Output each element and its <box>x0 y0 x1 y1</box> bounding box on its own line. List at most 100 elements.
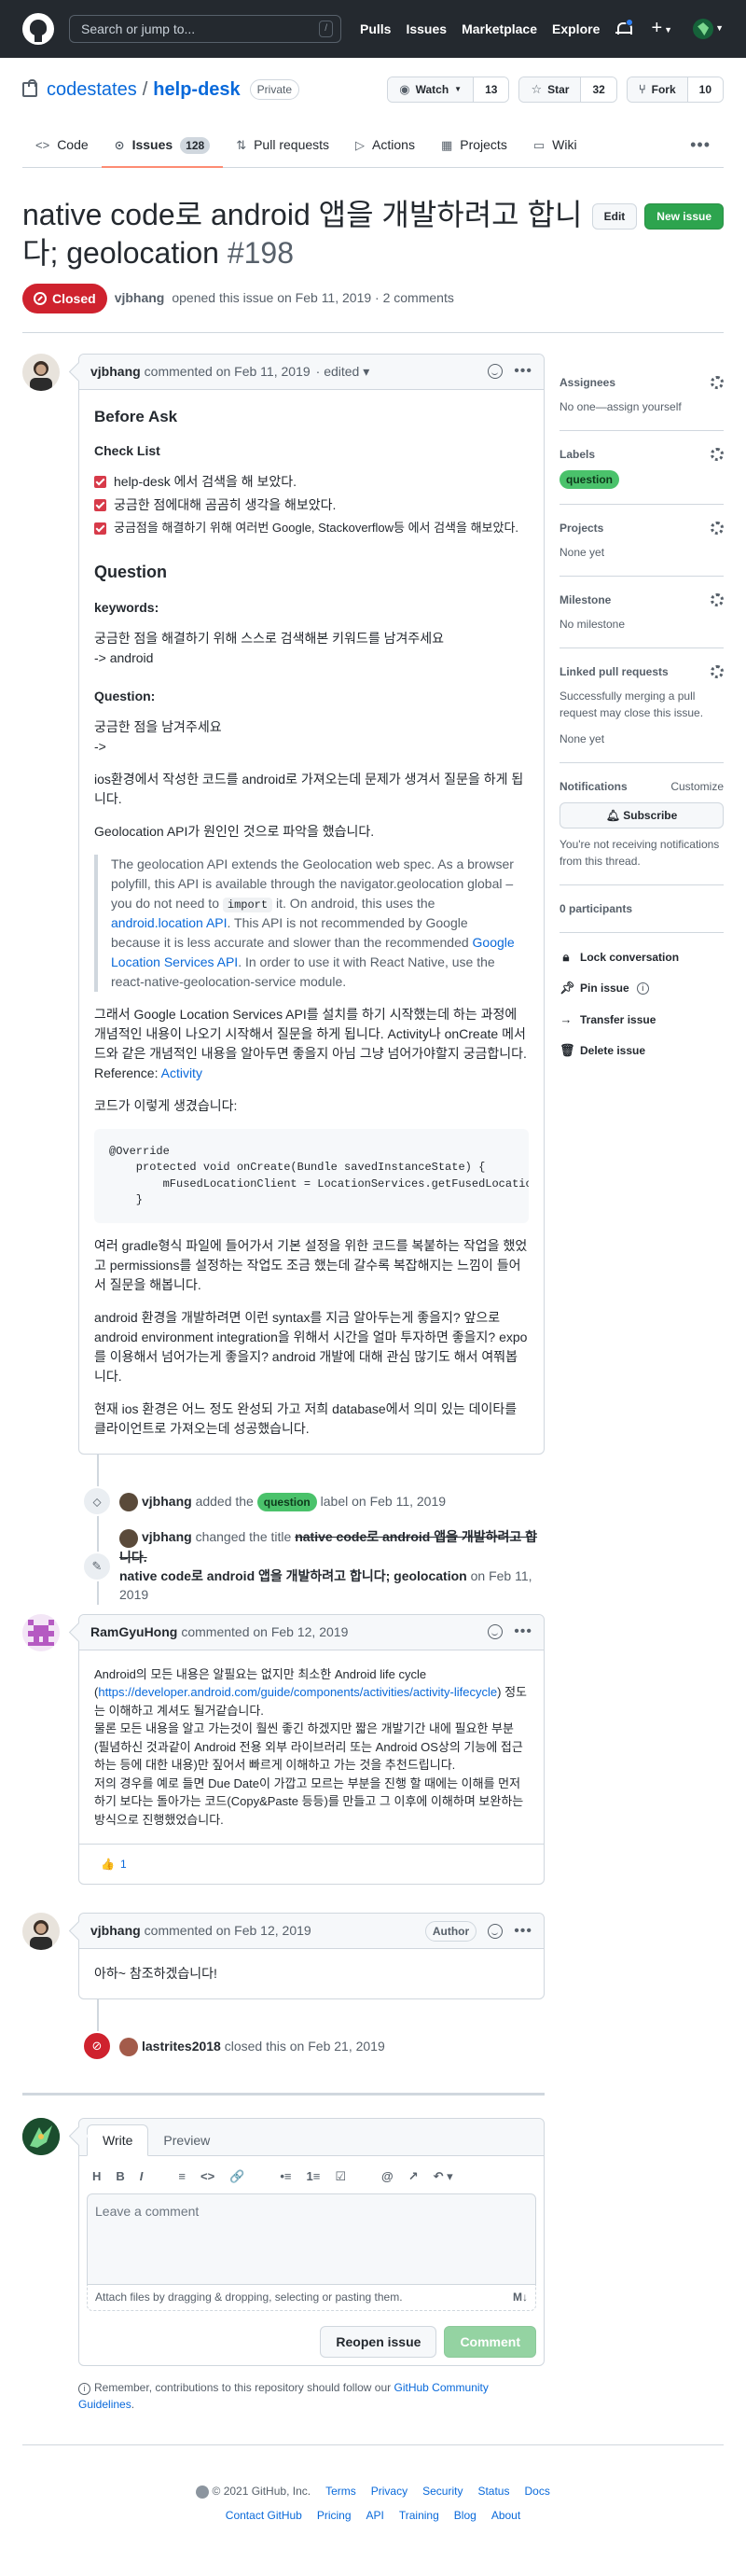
footer-link-contact[interactable]: Contact GitHub <box>226 2507 302 2524</box>
footer-link-pricing[interactable]: Pricing <box>317 2507 352 2524</box>
watch-button[interactable]: ◉ Watch ▼ <box>388 77 475 102</box>
gear-icon[interactable] <box>711 447 724 461</box>
thumbs-up-reaction[interactable]: 👍 1 <box>90 1852 137 1876</box>
add-reaction-icon[interactable] <box>488 364 504 380</box>
footer-link-docs[interactable]: Docs <box>524 2483 549 2499</box>
gear-icon[interactable] <box>711 664 724 678</box>
task-item[interactable]: 궁금한 점에대해 곰곰히 생각을 해보았다. <box>94 495 529 515</box>
tab-preview[interactable]: Preview <box>148 2125 225 2155</box>
comment-button[interactable]: Comment <box>444 2325 536 2358</box>
avatar[interactable] <box>22 353 60 391</box>
github-mark-icon[interactable] <box>196 2485 210 2499</box>
ordered-list-icon[interactable]: 1≡ <box>307 2167 321 2186</box>
saved-replies-icon[interactable]: ↶ ▾ <box>434 2167 453 2186</box>
code-block[interactable]: @Override protected void onCreate(Bundle… <box>94 1128 529 1224</box>
create-new-dropdown[interactable]: + ▼ <box>651 19 672 39</box>
avatar[interactable] <box>119 1493 138 1512</box>
kebab-menu-icon[interactable]: ••• <box>514 1923 532 1939</box>
delete-issue-button[interactable]: 🗑︎ Delete issue <box>560 1041 724 1060</box>
fork-button[interactable]: ⑂ Fork <box>627 77 688 102</box>
comment-timestamp[interactable]: commented on Feb 12, 2019 <box>181 1622 348 1642</box>
star-count[interactable]: 32 <box>581 77 616 102</box>
link-icon[interactable]: 🔗 <box>229 2167 244 2186</box>
attach-files-area[interactable]: Attach files by dragging & dropping, sel… <box>87 2284 536 2311</box>
comment-textarea[interactable]: Leave a comment <box>87 2193 536 2285</box>
nav-explore[interactable]: Explore <box>552 20 600 39</box>
italic-icon[interactable]: I <box>140 2167 144 2186</box>
footer-link-api[interactable]: API <box>366 2507 384 2524</box>
github-logo-icon[interactable] <box>22 13 54 45</box>
gear-icon[interactable] <box>711 375 724 389</box>
nav-marketplace[interactable]: Marketplace <box>462 20 537 39</box>
avatar[interactable] <box>119 2037 138 2056</box>
checkbox-checked-icon[interactable] <box>94 499 106 512</box>
user-menu-dropdown[interactable]: ▼ <box>693 19 724 40</box>
activity-link[interactable]: Activity <box>161 1065 202 1080</box>
code-icon[interactable]: <> <box>200 2167 214 2186</box>
customize-link[interactable]: Customize <box>670 778 724 795</box>
notifications-bell-icon[interactable] <box>615 18 634 36</box>
task-list-icon[interactable]: ☑ <box>335 2167 346 2186</box>
avatar[interactable] <box>22 2118 60 2156</box>
issue-author-link[interactable]: vjbhang <box>115 288 165 308</box>
footer-link-about[interactable]: About <box>491 2507 520 2524</box>
comment-timestamp[interactable]: commented on Feb 11, 2019 <box>145 362 311 382</box>
comment-timestamp[interactable]: commented on Feb 12, 2019 <box>145 1921 311 1941</box>
label-question[interactable]: question <box>256 1492 317 1511</box>
nav-issues[interactable]: Issues <box>406 20 447 39</box>
transfer-issue-button[interactable]: → Transfer issue <box>560 1010 724 1029</box>
footer-link-terms[interactable]: Terms <box>325 2483 356 2499</box>
footer-link-training[interactable]: Training <box>399 2507 439 2524</box>
event-author[interactable]: vjbhang <box>142 1529 192 1544</box>
tab-pull-requests[interactable]: ⇅ Pull requests <box>223 123 342 167</box>
repo-owner-link[interactable]: codestates <box>47 76 137 104</box>
lock-conversation-button[interactable]: 🔒︎ Lock conversation <box>560 948 724 967</box>
pin-issue-button[interactable]: 📌︎ Pin issue i <box>560 979 724 997</box>
event-author[interactable]: vjbhang <box>142 1494 192 1509</box>
markdown-icon[interactable]: M↓ <box>513 2289 528 2306</box>
kebab-menu-icon[interactable]: ••• <box>514 1624 532 1639</box>
comment-author[interactable]: vjbhang <box>90 362 141 382</box>
footer-link-status[interactable]: Status <box>477 2483 509 2499</box>
cross-reference-icon[interactable]: ↗ <box>408 2167 419 2186</box>
subscribe-button[interactable]: 🔔︎ Subscribe <box>560 801 724 828</box>
kebab-menu-icon[interactable]: ••• <box>514 364 532 379</box>
comment-author[interactable]: RamGyuHong <box>90 1622 177 1642</box>
add-reaction-icon[interactable] <box>488 1624 504 1640</box>
search-input[interactable]: Search or jump to... / <box>69 15 341 43</box>
event-text[interactable]: closed this on Feb 21, 2019 <box>225 2039 385 2054</box>
add-reaction-icon[interactable] <box>488 1923 504 1939</box>
new-issue-button[interactable]: New issue <box>644 203 724 230</box>
nav-pulls[interactable]: Pulls <box>360 20 391 39</box>
repo-name-link[interactable]: help-desk <box>153 76 240 104</box>
quote-icon[interactable]: ≡ <box>178 2167 186 2186</box>
lifecycle-link[interactable]: https://developer.android.com/guide/comp… <box>98 1685 497 1699</box>
reopen-issue-button[interactable]: Reopen issue <box>320 2325 437 2358</box>
task-item[interactable]: help-desk 에서 검색을 해 보았다. <box>94 472 529 492</box>
info-icon[interactable]: i <box>636 982 649 995</box>
avatar[interactable] <box>119 1528 138 1548</box>
star-button[interactable]: ☆ Star <box>519 77 582 102</box>
tab-projects[interactable]: ▦ Projects <box>428 123 520 167</box>
event-author[interactable]: lastrites2018 <box>142 2039 221 2054</box>
bold-icon[interactable]: B <box>116 2167 124 2186</box>
heading-icon[interactable]: H <box>92 2167 101 2186</box>
checkbox-checked-icon[interactable] <box>94 476 106 489</box>
avatar[interactable] <box>22 1613 60 1651</box>
footer-link-privacy[interactable]: Privacy <box>371 2483 408 2499</box>
watch-count[interactable]: 13 <box>474 77 509 102</box>
gear-icon[interactable] <box>711 592 724 606</box>
checkbox-checked-icon[interactable] <box>94 522 106 535</box>
footer-link-security[interactable]: Security <box>422 2483 463 2499</box>
label-question[interactable]: question <box>560 469 619 489</box>
tab-code[interactable]: <> Code <box>22 123 102 167</box>
tab-write[interactable]: Write <box>87 2124 149 2157</box>
unordered-list-icon[interactable]: •≡ <box>280 2167 291 2186</box>
task-item[interactable]: 궁금점을 해결하기 위해 여러번 Google, Stackoverflow등 … <box>94 519 529 537</box>
more-tabs-icon[interactable]: ••• <box>677 123 724 167</box>
assignees-value[interactable]: No one—assign yourself <box>560 398 724 415</box>
edited-dropdown[interactable]: · edited ▾ <box>316 362 370 382</box>
edit-title-button[interactable]: Edit <box>591 203 638 230</box>
comment-author[interactable]: vjbhang <box>90 1921 141 1941</box>
tab-actions[interactable]: ▷ Actions <box>342 123 428 167</box>
